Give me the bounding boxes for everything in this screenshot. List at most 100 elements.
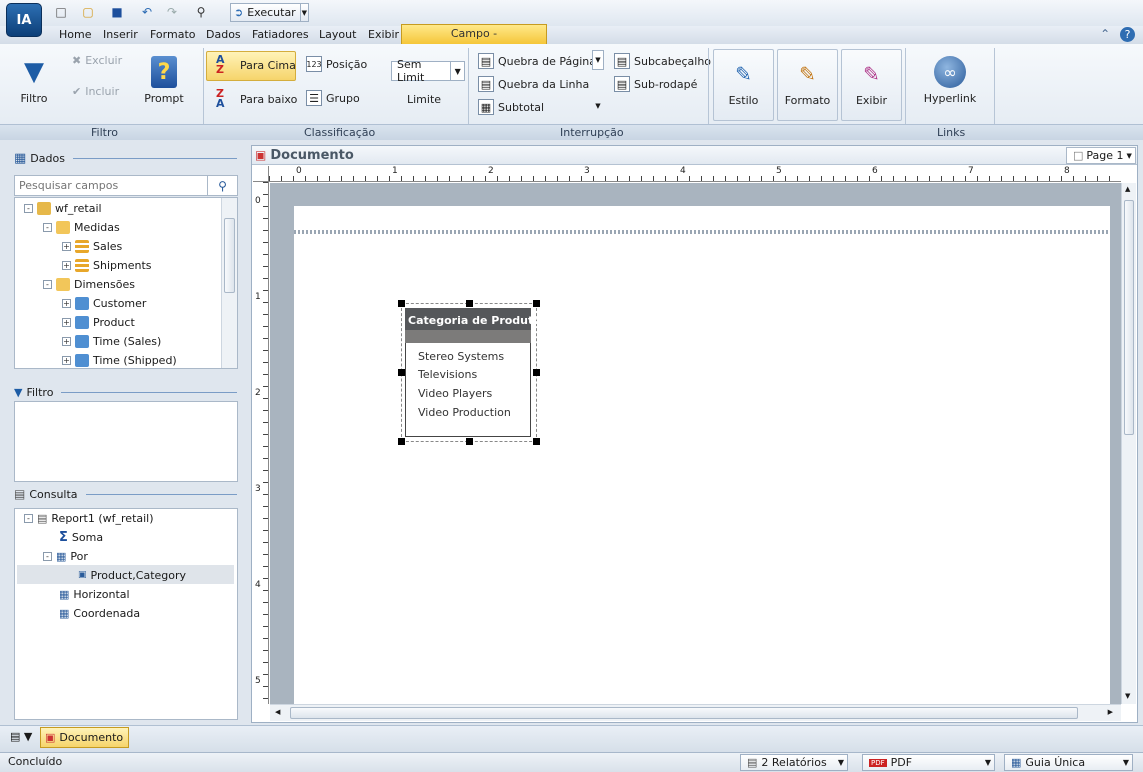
line-break-button[interactable]: ▤ Quebra da Linha xyxy=(478,76,589,92)
page-selector[interactable]: □ Page 1 ▼ xyxy=(1066,147,1136,164)
run-button[interactable]: ➲ Executar ▼ xyxy=(230,3,309,22)
report-row[interactable]: Video Players xyxy=(418,387,492,400)
collapse-icon[interactable]: - xyxy=(24,203,33,213)
page-break-dropdown-icon[interactable]: ▼ xyxy=(592,50,604,70)
filter-panel-title: Filtro xyxy=(26,385,54,399)
subtotal-button[interactable]: ▦ Subtotal xyxy=(478,99,544,115)
collapse-icon[interactable]: - xyxy=(43,222,52,232)
expand-icon[interactable]: + xyxy=(62,336,71,346)
tree-item-root[interactable]: - wf_retail xyxy=(24,199,102,217)
tree-item-label: Coordenada xyxy=(73,606,141,620)
tree-item-time-sales[interactable]: + Time (Sales) xyxy=(62,332,161,350)
resize-handle[interactable] xyxy=(398,369,405,376)
scroll-down-icon[interactable]: ▼ xyxy=(1125,692,1130,700)
output-layout-select[interactable]: ▦ Guia Única ▼ xyxy=(1004,754,1133,771)
subfooter-button[interactable]: ▤ Sub-rodapé xyxy=(614,76,697,92)
query-item-sum[interactable]: Σ Soma xyxy=(59,528,103,546)
resize-handle[interactable] xyxy=(533,438,540,445)
tree-item-time-shipped[interactable]: + Time (Shipped) xyxy=(62,351,177,368)
query-item-horizontal[interactable]: ▦ Horizontal xyxy=(59,585,130,603)
horizontal-scroll-thumb[interactable] xyxy=(290,707,1078,719)
sort-descending-button[interactable]: ZA Para baixo xyxy=(216,88,297,109)
menu-view[interactable]: Exibir xyxy=(368,28,399,41)
report-row[interactable]: Televisions xyxy=(418,368,477,381)
vertical-scrollbar[interactable]: ▲ ▼ xyxy=(1121,183,1136,704)
query-item-coordinate[interactable]: ▦ Coordenada xyxy=(59,604,140,622)
view-button[interactable]: ✎ Exibir xyxy=(841,49,902,121)
filter-button[interactable]: ▼ Filtro xyxy=(14,56,54,105)
group-button[interactable]: ☰ Grupo xyxy=(306,90,360,106)
menu-data[interactable]: Dados xyxy=(206,28,241,41)
menu-slicers[interactable]: Fatiadores xyxy=(252,28,309,41)
tab-document[interactable]: ▣ Documento xyxy=(40,727,129,748)
report-row[interactable]: Stereo Systems xyxy=(418,350,504,363)
position-button[interactable]: 123 Posição xyxy=(306,56,367,72)
collapse-icon[interactable]: - xyxy=(24,513,33,523)
menu-insert[interactable]: Inserir xyxy=(103,28,138,41)
tree-scrollbar[interactable] xyxy=(221,198,237,368)
layout-switch-icon[interactable]: ▤ ▼ xyxy=(10,730,32,743)
search-icon[interactable]: ⚲ xyxy=(207,176,237,195)
undo-icon[interactable]: ↶ xyxy=(138,3,156,21)
filter-drop-area[interactable] xyxy=(14,401,238,482)
menu-layout[interactable]: Layout xyxy=(319,28,356,41)
report-row[interactable]: Video Production xyxy=(418,406,511,419)
subtotal-dropdown-icon[interactable]: ▼ xyxy=(592,98,604,114)
format-button[interactable]: ✎ Formato xyxy=(777,49,838,121)
tree-item-measures[interactable]: - Medidas xyxy=(43,218,120,236)
output-format-select[interactable]: PDF PDF ▼ xyxy=(862,754,995,771)
expand-icon[interactable]: + xyxy=(62,298,71,308)
preview-icon[interactable]: ⚲ xyxy=(192,3,210,21)
help-icon[interactable]: ? xyxy=(1120,27,1135,42)
tree-item-dimensions[interactable]: - Dimensões xyxy=(43,275,135,293)
scroll-left-icon[interactable]: ◀ xyxy=(275,708,280,716)
redo-icon[interactable]: ↷ xyxy=(163,3,181,21)
query-item-report[interactable]: - ▤ Report1 (wf_retail) xyxy=(24,509,154,527)
query-item-by[interactable]: - ▦ Por xyxy=(43,547,88,565)
run-dropdown-icon[interactable]: ▼ xyxy=(299,4,308,21)
resize-handle[interactable] xyxy=(398,438,405,445)
tree-item-product[interactable]: + Product xyxy=(62,313,135,331)
tree-item-sales[interactable]: + Sales xyxy=(62,237,122,255)
expand-icon[interactable]: + xyxy=(62,260,71,270)
tree-item-customer[interactable]: + Customer xyxy=(62,294,146,312)
expand-icon[interactable]: + xyxy=(62,241,71,251)
page-break-button[interactable]: ▤ Quebra de Página xyxy=(478,53,596,69)
collapse-icon[interactable]: - xyxy=(43,279,52,289)
document-page[interactable] xyxy=(294,206,1110,704)
resize-handle[interactable] xyxy=(533,369,540,376)
search-input[interactable] xyxy=(17,177,205,194)
prompt-button[interactable]: ? Prompt xyxy=(141,56,187,105)
vertical-scroll-thumb[interactable] xyxy=(1124,200,1134,435)
reports-select[interactable]: ▤ 2 Relatórios ▼ xyxy=(740,754,848,771)
hyperlink-button[interactable]: ∞ Hyperlink xyxy=(920,56,980,105)
style-button[interactable]: ✎ Estilo xyxy=(713,49,774,121)
collapse-icon[interactable]: - xyxy=(43,551,52,561)
app-logo[interactable]: IA xyxy=(6,3,42,37)
break-group-label: Interrupção xyxy=(560,126,624,139)
tree-item-shipments[interactable]: + Shipments xyxy=(62,256,152,274)
menu-home[interactable]: Home xyxy=(59,28,91,41)
resize-handle[interactable] xyxy=(398,300,405,307)
expand-icon[interactable]: + xyxy=(62,355,71,365)
sort-ascending-content[interactable]: AZ Para Cima xyxy=(216,54,296,75)
resize-handle[interactable] xyxy=(533,300,540,307)
chevron-down-icon: ▼ xyxy=(984,758,992,767)
open-folder-icon[interactable]: ▢ xyxy=(79,3,97,21)
query-item-product-category[interactable]: ▣ Product,Category xyxy=(78,566,186,584)
resize-handle[interactable] xyxy=(466,300,473,307)
collapse-ribbon-icon[interactable]: ⌃ xyxy=(1100,27,1110,41)
subheader-button[interactable]: ▤ Subcabeçalho xyxy=(614,53,711,69)
tab-field-context[interactable]: Campo - Product,Category xyxy=(401,24,547,58)
expand-icon[interactable]: + xyxy=(62,317,71,327)
include-button[interactable]: ✔ Incluir xyxy=(72,85,119,98)
scroll-up-icon[interactable]: ▲ xyxy=(1125,185,1130,193)
limit-select[interactable]: Sem Limit ▼ xyxy=(391,58,465,84)
menu-format[interactable]: Formato xyxy=(150,28,196,41)
resize-handle[interactable] xyxy=(466,438,473,445)
tree-scroll-thumb[interactable] xyxy=(224,218,235,293)
scroll-right-icon[interactable]: ▶ xyxy=(1108,708,1113,716)
exclude-button[interactable]: ✖ Excluir xyxy=(72,54,122,67)
save-icon[interactable]: ■ xyxy=(108,3,126,21)
new-document-icon[interactable]: □ xyxy=(52,3,70,21)
